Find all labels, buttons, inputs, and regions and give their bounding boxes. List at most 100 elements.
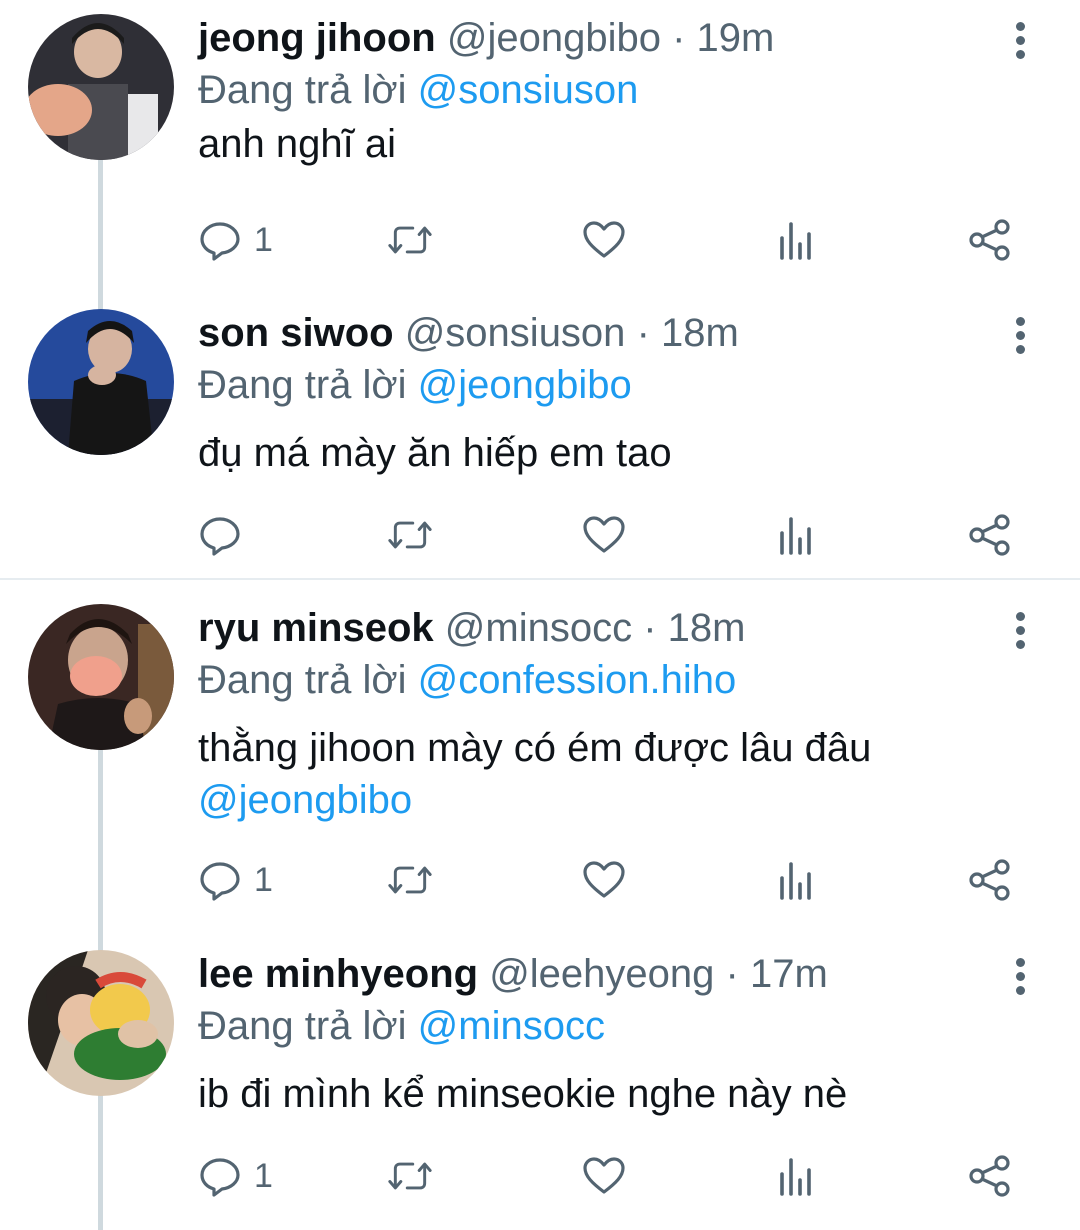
timestamp[interactable]: · 18m: [643, 606, 745, 650]
avatar[interactable]: [28, 309, 174, 455]
reply-prefix: Đang trả lời: [198, 68, 407, 112]
text-mention[interactable]: @jeongbibo: [198, 778, 412, 822]
tweet-card[interactable]: jeong jihoon @jeongbibo · 19m Đang trả l…: [0, 0, 1080, 290]
tweet-text-plain: thằng jihoon mày có ém được lâu đâu: [198, 726, 872, 770]
handle[interactable]: @minsocc: [445, 606, 632, 650]
share-icon: [969, 514, 1010, 556]
action-bar: 1: [0, 210, 1080, 270]
heart-icon: [583, 861, 625, 898]
avatar-image: [28, 14, 174, 160]
reply-icon: [200, 517, 240, 556]
share-button[interactable]: [968, 505, 1012, 565]
avatar[interactable]: [28, 604, 174, 750]
reply-mention[interactable]: @confession.hiho: [418, 658, 737, 702]
action-bar: 1: [0, 1146, 1080, 1206]
reply-context: Đang trả lời @jeongbibo: [198, 361, 632, 409]
heart-icon: [583, 221, 625, 258]
retweet-button[interactable]: [388, 850, 432, 910]
avatar[interactable]: [28, 950, 174, 1096]
handle[interactable]: @sonsiuson: [405, 311, 626, 355]
retweet-button[interactable]: [388, 1146, 432, 1206]
tweet-card[interactable]: son siwoo @sonsiuson · 18m Đang trả lời …: [0, 295, 1080, 578]
share-button[interactable]: [968, 1146, 1012, 1206]
reply-icon: [200, 1158, 240, 1197]
display-name[interactable]: lee minhyeong: [198, 952, 478, 996]
avatar-image: [28, 950, 174, 1096]
reply-icon: [200, 222, 240, 261]
tweet-text: anh nghĩ ai: [198, 118, 1058, 170]
tweet-text-plain: ib đi mình kể minseokie nghe này nè: [198, 1072, 848, 1116]
tweet-text-plain: đụ má mày ăn hiếp em tao: [198, 431, 672, 475]
retweet-icon: [388, 1162, 432, 1190]
reply-prefix: Đang trả lời: [198, 363, 407, 407]
timestamp[interactable]: · 17m: [726, 952, 828, 996]
reply-count: 1: [254, 220, 273, 259]
thread-divider: [0, 578, 1080, 580]
reply-context: Đang trả lời @sonsiuson: [198, 66, 638, 114]
reply-count: 1: [254, 860, 273, 899]
tweet-header: jeong jihoon @jeongbibo · 19m: [198, 14, 774, 62]
reply-mention[interactable]: @minsocc: [418, 1004, 605, 1048]
more-options-icon[interactable]: [1008, 22, 1032, 62]
tweet-card[interactable]: ryu minseok @minsocc · 18m Đang trả lời …: [0, 590, 1080, 930]
display-name[interactable]: jeong jihoon: [198, 16, 436, 60]
avatar-image: [28, 309, 174, 455]
analytics-button[interactable]: [774, 850, 818, 910]
share-icon: [969, 219, 1010, 261]
reply-mention[interactable]: @jeongbibo: [418, 363, 632, 407]
like-button[interactable]: [582, 850, 626, 910]
timestamp[interactable]: · 18m: [637, 311, 739, 355]
tweet-card[interactable]: lee minhyeong @leehyeong · 17m Đang trả …: [0, 936, 1080, 1230]
tweet-text: ib đi mình kể minseokie nghe này nè: [198, 1068, 1058, 1120]
analytics-button[interactable]: [774, 210, 818, 270]
share-icon: [969, 1155, 1010, 1197]
tweet-text: đụ má mày ăn hiếp em tao: [198, 427, 1058, 479]
share-icon: [969, 859, 1010, 901]
action-bar: 1: [0, 850, 1080, 910]
like-button[interactable]: [582, 1146, 626, 1206]
reply-button[interactable]: [198, 505, 254, 565]
analytics-icon: [780, 517, 811, 555]
reply-prefix: Đang trả lời: [198, 1004, 407, 1048]
analytics-icon: [780, 862, 811, 900]
avatar[interactable]: [28, 14, 174, 160]
more-options-icon[interactable]: [1008, 317, 1032, 357]
tweet-text: thằng jihoon mày có ém được lâu đâu @jeo…: [198, 722, 1058, 826]
handle[interactable]: @leehyeong: [489, 952, 714, 996]
handle[interactable]: @jeongbibo: [447, 16, 661, 60]
display-name[interactable]: ryu minseok: [198, 606, 434, 650]
like-button[interactable]: [582, 505, 626, 565]
tweet-header: son siwoo @sonsiuson · 18m: [198, 309, 739, 357]
reply-prefix: Đang trả lời: [198, 658, 407, 702]
more-options-icon[interactable]: [1008, 612, 1032, 652]
reply-context: Đang trả lời @confession.hiho: [198, 656, 736, 704]
share-button[interactable]: [968, 850, 1012, 910]
more-options-icon[interactable]: [1008, 958, 1032, 998]
like-button[interactable]: [582, 210, 626, 270]
heart-icon: [583, 516, 625, 553]
analytics-icon: [780, 1158, 811, 1196]
tweet-header: ryu minseok @minsocc · 18m: [198, 604, 745, 652]
retweet-icon: [388, 226, 432, 254]
analytics-button[interactable]: [774, 1146, 818, 1206]
reply-button[interactable]: 1: [198, 850, 273, 910]
timestamp[interactable]: · 19m: [672, 16, 774, 60]
reply-icon: [200, 862, 240, 901]
retweet-button[interactable]: [388, 210, 432, 270]
action-bar: [0, 505, 1080, 565]
reply-context: Đang trả lời @minsocc: [198, 1002, 605, 1050]
share-button[interactable]: [968, 210, 1012, 270]
analytics-icon: [780, 222, 811, 260]
tweet-header: lee minhyeong @leehyeong · 17m: [198, 950, 828, 998]
reply-button[interactable]: 1: [198, 210, 273, 270]
display-name[interactable]: son siwoo: [198, 311, 394, 355]
reply-mention[interactable]: @sonsiuson: [418, 68, 639, 112]
reply-button[interactable]: 1: [198, 1146, 273, 1206]
analytics-button[interactable]: [774, 505, 818, 565]
avatar-image: [28, 604, 174, 750]
heart-icon: [583, 1157, 625, 1194]
retweet-button[interactable]: [388, 505, 432, 565]
retweet-icon: [388, 521, 432, 549]
retweet-icon: [388, 866, 432, 894]
tweet-text-plain: anh nghĩ ai: [198, 122, 396, 166]
